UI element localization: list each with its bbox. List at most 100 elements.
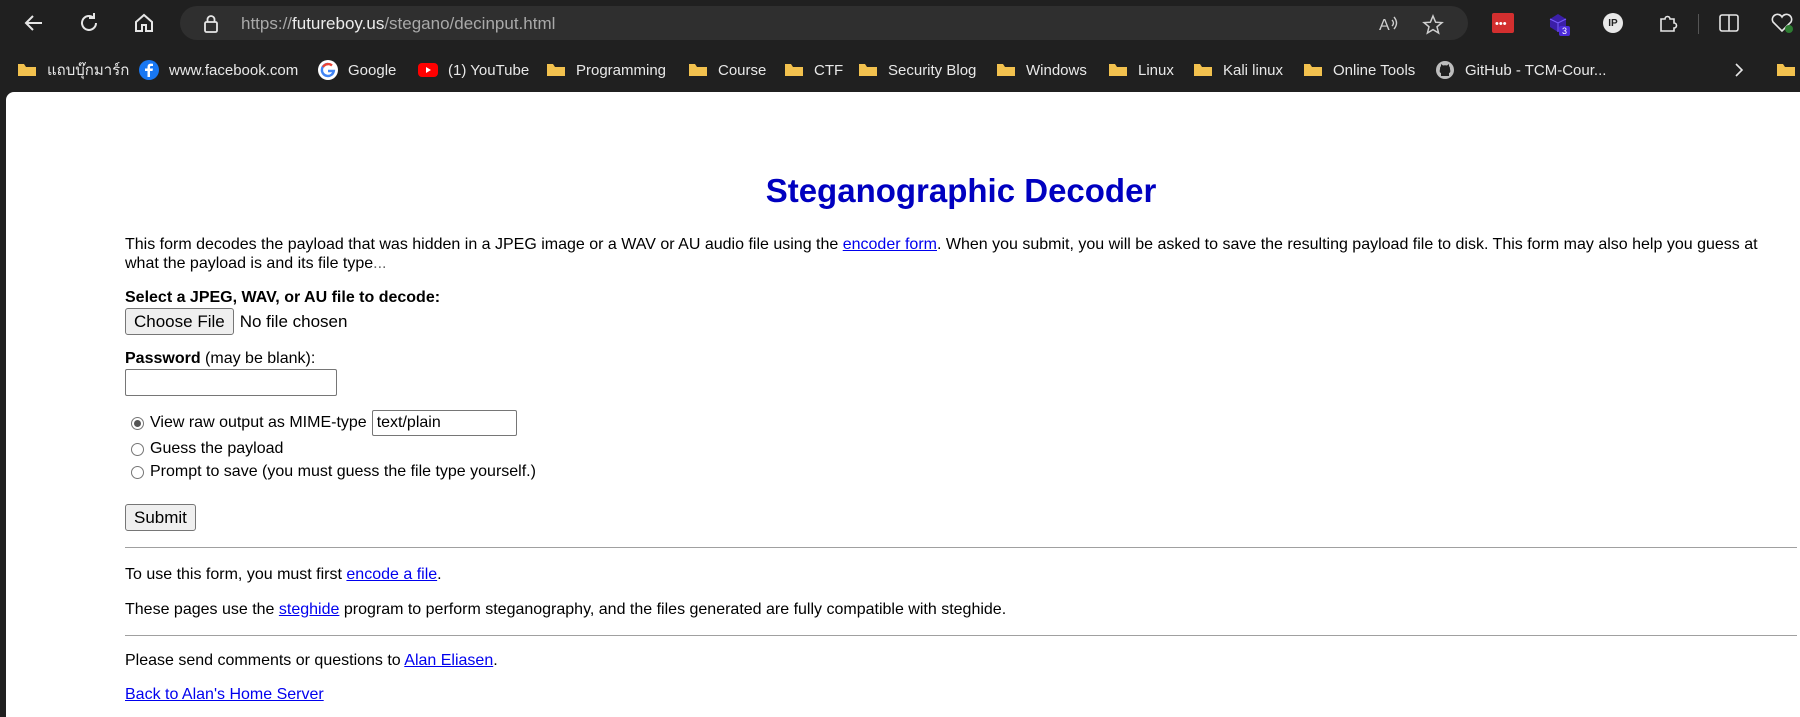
steghide-paragraph: These pages use the steghide program to … (125, 601, 1006, 619)
home-link-paragraph: Back to Alan's Home Server (125, 686, 324, 704)
lock-icon (202, 14, 220, 39)
bookmark-label: Programming (576, 61, 667, 79)
url-scheme: https:// (241, 14, 293, 33)
refresh-button[interactable] (74, 8, 104, 38)
bookmark-item[interactable]: Linux (1108, 59, 1174, 81)
bookmark-item[interactable]: Security Blog (858, 59, 976, 81)
bookmark-item[interactable]: www.facebook.com (139, 59, 298, 81)
extension-badge: 3 (1559, 26, 1571, 36)
bookmark-item[interactable]: Windows (996, 59, 1087, 81)
bookmark-label: Security Blog (888, 61, 977, 79)
radio-prompt-label: Prompt to save (you must guess the file … (150, 463, 536, 480)
folder-icon (688, 62, 708, 78)
steghide-link[interactable]: steghide (279, 601, 340, 618)
ip-extension-icon[interactable]: IP (1601, 11, 1625, 35)
password-note: (may be blank): (200, 350, 316, 367)
bookmark-item[interactable]: Kali linux (1193, 59, 1283, 81)
folder-icon (1776, 62, 1796, 78)
folder-icon (17, 62, 37, 78)
bookmark-label: www.facebook.com (169, 61, 299, 79)
radio-selected-dot (134, 419, 141, 427)
browser-essentials-icon[interactable] (1770, 11, 1794, 35)
comments-text-end: . (493, 652, 498, 669)
svg-text:•••: ••• (1495, 18, 1507, 30)
intro-text: This form decodes the payload that was h… (125, 236, 843, 253)
encode-file-link[interactable]: encode a file (346, 566, 437, 583)
back-button[interactable] (19, 8, 49, 38)
bookmark-item[interactable]: Google (318, 59, 396, 81)
divider (125, 635, 1797, 636)
read-aloud-icon[interactable]: A (1378, 14, 1400, 39)
bookmark-item[interactable]: CTF (784, 59, 843, 81)
folder-icon (546, 62, 566, 78)
favorite-star-icon[interactable] (1422, 14, 1444, 41)
encode-text: To use this form, you must first (125, 566, 347, 583)
address-bar[interactable]: https://futureboy.us/stegano/decinput.ht… (180, 6, 1468, 40)
url-path: /stegano/decinput.html (384, 14, 556, 33)
comments-text: Please send comments or questions to (125, 652, 405, 669)
page-viewport: Steganographic Decoder This form decodes… (6, 92, 1800, 717)
bookmark-item[interactable]: Programming (546, 59, 666, 81)
bookmark-label: (1) YouTube (448, 61, 530, 79)
chevron-right-icon (1735, 63, 1744, 77)
steghide-text-end: program to perform steganography, and th… (339, 601, 1007, 618)
no-file-chosen-text: No file chosen (239, 311, 348, 331)
ip-extension-label: IP (1608, 17, 1618, 29)
extensions-puzzle-icon[interactable] (1656, 11, 1680, 35)
folder-icon (784, 62, 804, 78)
radio-guess-payload[interactable]: Guess the payload (131, 440, 283, 458)
home-server-link[interactable]: Back to Alan's Home Server (125, 686, 324, 703)
folder-icon (1193, 62, 1213, 78)
file-select-label: Select a JPEG, WAV, or AU file to decode… (125, 289, 441, 306)
bookmark-label: Online Tools (1333, 61, 1416, 79)
home-icon (135, 13, 153, 32)
comments-paragraph: Please send comments or questions to Ala… (125, 652, 498, 670)
refresh-icon (81, 13, 97, 31)
browser-toolbar: https://futureboy.us/stegano/decinput.ht… (0, 0, 1800, 46)
choose-file-button[interactable]: Choose File (125, 308, 234, 335)
bookmarks-bar: แถบบุ๊กมาร์ก www.facebook.com Google (1)… (0, 46, 1800, 92)
encode-text-end: . (437, 566, 442, 583)
bookmarks-overflow-button[interactable] (1732, 59, 1746, 81)
password-label: Password (125, 350, 201, 367)
file-input[interactable]: Choose File No file chosen (125, 308, 347, 335)
steghide-text: These pages use the (125, 601, 279, 618)
bookmark-label: แถบบุ๊กมาร์ก (47, 62, 130, 79)
bookmark-item[interactable]: Online Tools (1303, 59, 1415, 81)
intro-paragraph: This form decodes the payload that was h… (125, 235, 1795, 273)
bookmark-label: Course (718, 61, 767, 79)
radio-prompt-save[interactable]: Prompt to save (you must guess the file … (131, 463, 536, 481)
other-favorites-button[interactable] (1776, 59, 1800, 81)
youtube-icon (418, 62, 438, 78)
bookmark-item[interactable]: Course (688, 59, 766, 81)
svg-text:A: A (1379, 17, 1390, 34)
radio-raw-output[interactable]: View raw output as MIME-type (131, 410, 517, 436)
bookmark-label: Google (348, 61, 397, 79)
radio-prompt-button[interactable] (131, 465, 144, 479)
alan-eliasen-link[interactable]: Alan Eliasen (404, 652, 493, 669)
cube-extension-icon[interactable]: 3 (1546, 11, 1571, 36)
radio-guess-button[interactable] (131, 442, 144, 456)
split-screen-icon[interactable] (1717, 11, 1741, 35)
radio-raw-button[interactable] (131, 416, 144, 430)
encode-paragraph: To use this form, you must first encode … (125, 566, 442, 584)
github-icon (1435, 60, 1455, 80)
bookmark-label: GitHub - TCM-Cour... (1465, 61, 1607, 79)
bookmark-item[interactable]: แถบบุ๊กมาร์ก (17, 59, 129, 81)
submit-button[interactable]: Submit (125, 504, 196, 531)
encoder-form-link[interactable]: encoder form (843, 236, 937, 253)
password-manager-extension-icon[interactable]: ••• (1491, 11, 1515, 35)
mime-type-input[interactable] (371, 410, 517, 436)
bookmark-item[interactable]: (1) YouTube (418, 59, 529, 81)
intro-ellipsis: ... (373, 255, 387, 272)
bookmark-label: Windows (1026, 61, 1087, 79)
folder-icon (1108, 62, 1128, 78)
bookmark-item[interactable]: GitHub - TCM-Cour... (1435, 59, 1606, 81)
radio-raw-label: View raw output as MIME-type (150, 414, 367, 431)
toolbar-separator (1698, 14, 1699, 34)
folder-icon (996, 62, 1016, 78)
page-title: Steganographic Decoder (765, 172, 1157, 209)
radio-guess-label: Guess the payload (150, 440, 284, 457)
home-button[interactable] (129, 8, 159, 38)
password-field[interactable] (125, 369, 337, 396)
